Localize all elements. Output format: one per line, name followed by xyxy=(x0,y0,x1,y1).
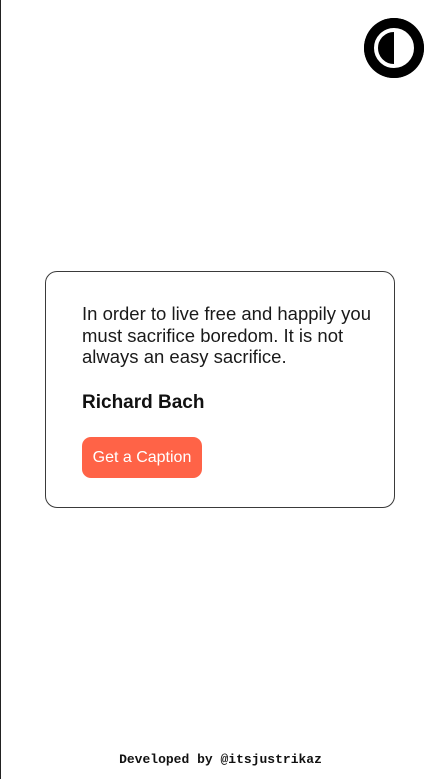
quote-author: Richard Bach xyxy=(82,392,205,413)
get-caption-button[interactable]: Get a Caption xyxy=(82,437,202,478)
page-left-border xyxy=(0,0,1,779)
footer-credit: Developed by @itsjustrikaz xyxy=(119,752,322,767)
theme-toggle-button[interactable] xyxy=(364,18,424,78)
quote-text: In order to live free and happily you mu… xyxy=(82,303,371,367)
quote-card: In order to live free and happily you mu… xyxy=(45,271,395,508)
contrast-icon xyxy=(364,18,424,78)
